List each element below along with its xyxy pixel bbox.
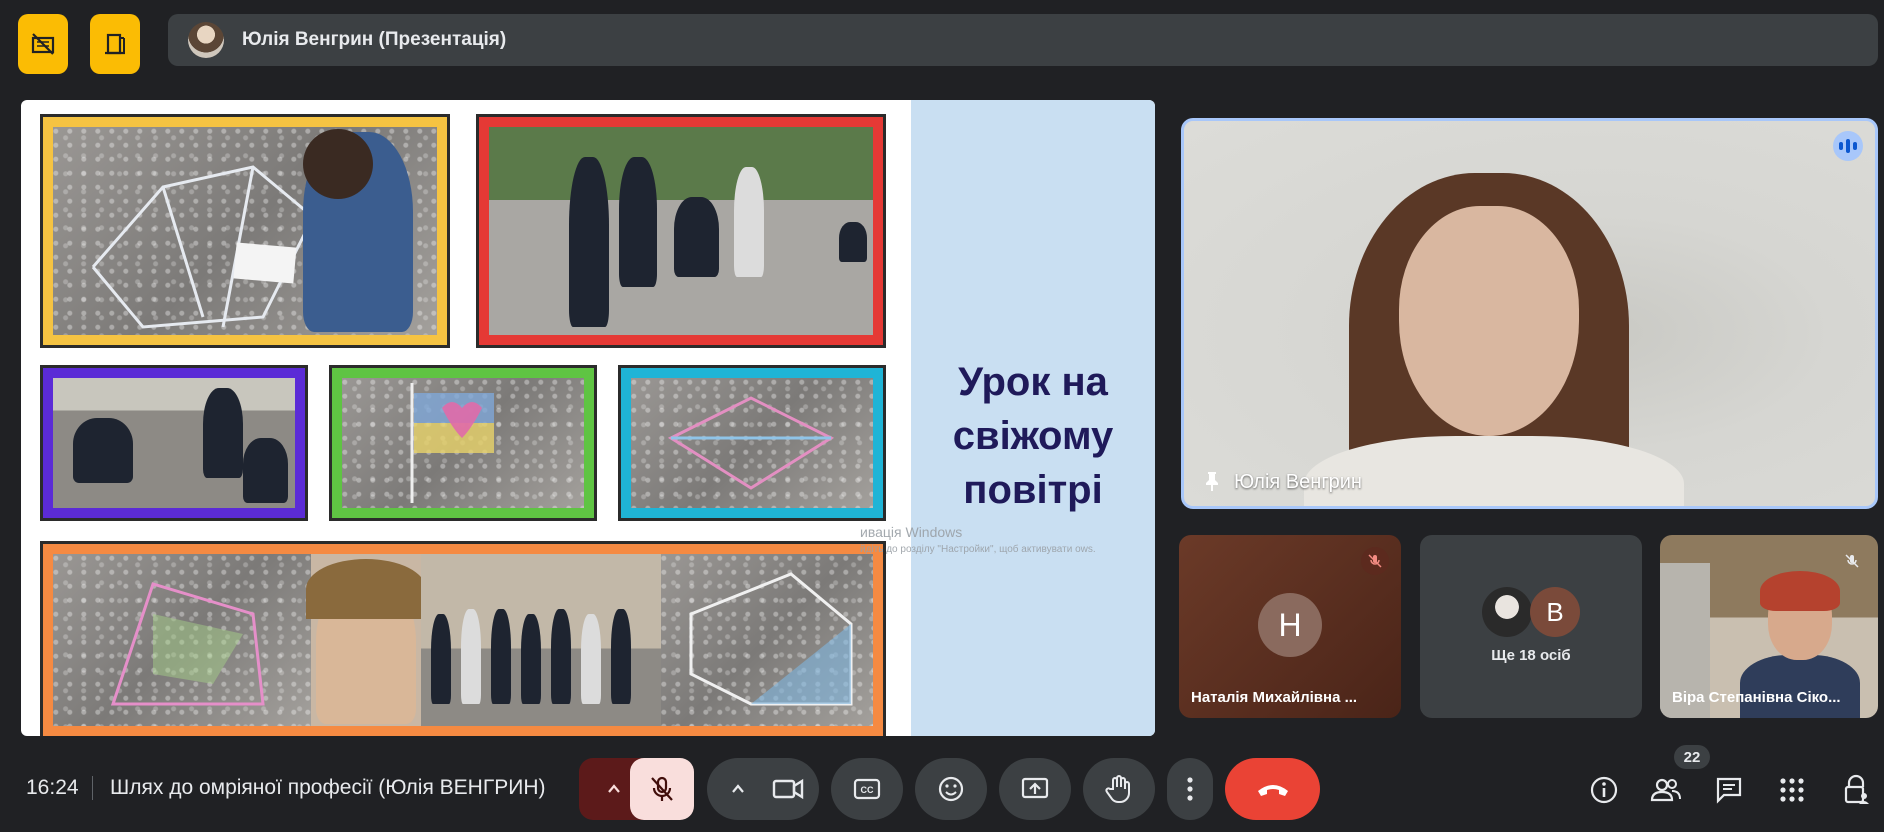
others-count-label: Ще 18 осіб: [1491, 647, 1571, 664]
present-icon: [1021, 777, 1049, 799]
speaking-indicator-icon: [1833, 131, 1863, 161]
more-options-button[interactable]: [1167, 758, 1213, 820]
pyramid-drawing: [110, 582, 265, 706]
video-off-grid-icon: [31, 33, 55, 55]
chevron-up-icon: [732, 784, 744, 793]
presenter-name: Юлія Венгрин (Презентація): [242, 29, 507, 50]
activities-button[interactable]: [1772, 770, 1812, 810]
slide-title-line: повітрі: [963, 468, 1103, 512]
avatar: B: [1530, 587, 1580, 637]
participant-tile[interactable]: Віра Степанівна Сіко...: [1660, 535, 1878, 718]
presentation-slide: Урок на свіжому повітрі: [21, 100, 1155, 736]
info-icon: [1590, 776, 1618, 804]
call-end-icon: [1257, 785, 1288, 796]
mic-off-icon: [651, 776, 673, 801]
people-icon: [1650, 778, 1681, 802]
meeting-details-button[interactable]: [1584, 770, 1624, 810]
chat-icon: [1716, 777, 1742, 804]
slide-title: Урок на свіжому повітрі: [911, 355, 1155, 517]
participant-tile[interactable]: Н Наталія Михайлівна ...: [1179, 535, 1401, 718]
clock: 16:24: [26, 776, 79, 799]
apps-grid-icon: [1780, 778, 1804, 802]
emoji-icon: [938, 776, 964, 802]
more-vert-icon: [1187, 777, 1193, 801]
slide-title-line: Урок на: [958, 360, 1108, 404]
avatar: Н: [1258, 593, 1322, 657]
chalk-shape-drawing: [667, 396, 835, 490]
meeting-title: Шлях до омріяної професії (Юлія ВЕНГРИН): [110, 776, 546, 799]
slide-photo-green: [329, 365, 597, 521]
slide-photo-red: [476, 114, 886, 348]
divider: [92, 776, 93, 800]
svg-text:CC: CC: [861, 785, 874, 795]
video-options-button[interactable]: [707, 758, 819, 820]
presenter-avatar: [188, 22, 224, 58]
people-button[interactable]: [1646, 770, 1686, 810]
lock-person-icon: [1844, 774, 1869, 804]
participant-name: Наталія Михайлівна ...: [1191, 689, 1358, 706]
present-screen-button[interactable]: [999, 758, 1071, 820]
hide-video-button[interactable]: [18, 14, 68, 74]
mic-off-icon: [1838, 547, 1866, 575]
camera-icon: [772, 778, 804, 800]
main-tile-name: Юлія Венгрин: [1234, 471, 1362, 493]
ukraine-flag-drawing: [410, 383, 494, 503]
chat-button[interactable]: [1709, 770, 1749, 810]
chevron-up-icon: [608, 784, 620, 793]
companion-mode-button[interactable]: [90, 14, 140, 74]
slide-photo-purple: [40, 365, 308, 521]
slide-photo-orange: [40, 541, 886, 736]
closed-captions-icon: CC: [853, 778, 881, 800]
prism-drawing: [689, 572, 853, 706]
host-controls-button[interactable]: [1836, 770, 1876, 810]
slide-photo-yellow: [40, 114, 450, 348]
main-video-tile[interactable]: Юлія Венгрин: [1181, 118, 1878, 509]
presenter-bar[interactable]: Юлія Венгрин (Презентація): [168, 14, 1878, 66]
avatar: [1482, 587, 1532, 637]
reactions-button[interactable]: [915, 758, 987, 820]
mic-off-icon: [1361, 547, 1389, 575]
leave-call-button[interactable]: [1225, 758, 1320, 820]
participant-name: Віра Степанівна Сіко...: [1672, 689, 1841, 706]
windows-activation-watermark: ивація Windows: [860, 524, 963, 540]
slide-photo-cyan: [618, 365, 886, 521]
mic-toggle-button[interactable]: [630, 758, 694, 820]
raise-hand-button[interactable]: [1083, 758, 1155, 820]
door-icon: [105, 33, 125, 55]
hand-icon: [1105, 775, 1130, 803]
slide-title-line: свіжому: [952, 414, 1114, 458]
captions-button[interactable]: CC: [831, 758, 903, 820]
pin-icon: [1206, 472, 1218, 491]
others-tile[interactable]: B Ще 18 осіб: [1420, 535, 1642, 718]
windows-activation-hint: йдіть до розділу "Настройки", щоб активу…: [860, 544, 1096, 555]
participants-count-badge: 22: [1674, 745, 1710, 769]
